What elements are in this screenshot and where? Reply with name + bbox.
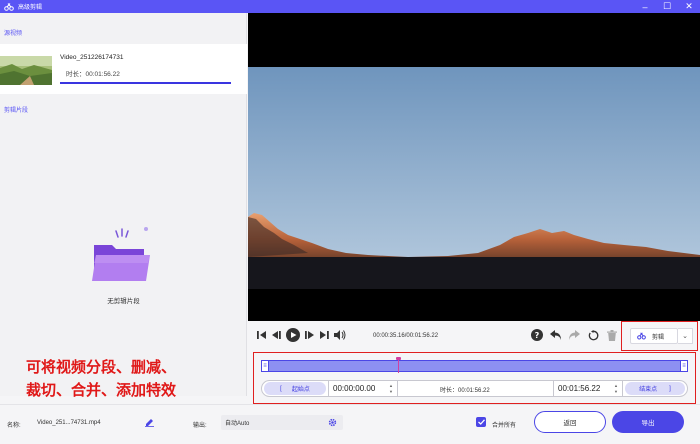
video-frame: [248, 67, 700, 289]
redo-icon[interactable]: [568, 329, 580, 341]
export-button[interactable]: 导出: [612, 411, 684, 433]
step-forward-icon[interactable]: [304, 329, 316, 341]
start-point-button[interactable]: [ 起始点: [264, 382, 326, 395]
selection-underline: [60, 82, 231, 84]
bottom-bar: 名称: Video_251...74731.mp4 输出: 自动Auto 合并所…: [0, 404, 700, 444]
output-format-value: 自动Auto: [225, 421, 250, 427]
edit-name-icon[interactable]: [145, 418, 154, 429]
annotation-line-2: 裁切、合并、添加特效: [26, 381, 177, 399]
scissors-icon: [637, 332, 646, 340]
video-thumbnail: [0, 56, 52, 85]
close-icon[interactable]: ✕: [678, 0, 700, 13]
end-time-value: 00:01:56.22: [558, 384, 601, 393]
maximize-icon[interactable]: ☐: [656, 0, 678, 13]
timeline-playhead[interactable]: [396, 357, 401, 373]
feature-annotation: 可将视频分段、删减、 裁切、合并、添加特效: [26, 356, 241, 402]
timeline-highlight-box: ≡ ≡ [ 起始点 00:00:00.00 ▲ ▼ 时长：00:01:56.22 …: [253, 352, 696, 404]
timeline-track[interactable]: ≡ ≡: [261, 357, 688, 373]
return-button[interactable]: 返回: [534, 411, 606, 433]
title-bar: 高级剪辑 – ☐ ✕: [0, 0, 700, 13]
player-controls: 00:00:35.16/00:01:56.22 ? 剪辑 ⌄: [248, 321, 700, 351]
delete-icon[interactable]: [606, 329, 618, 341]
bracket-left-icon: [: [280, 385, 282, 392]
start-time-field[interactable]: 00:00:00.00 ▲ ▼: [328, 381, 398, 396]
volume-icon[interactable]: [334, 329, 346, 341]
source-video-label: 源视频: [4, 31, 23, 37]
source-video-item[interactable]: Video_251226174731 时长：00:01:56.22: [0, 44, 247, 94]
undo-icon[interactable]: [550, 329, 562, 341]
range-controls: [ 起始点 00:00:00.00 ▲ ▼ 时长：00:01:56.22 00:0…: [261, 380, 688, 397]
end-point-label: 结束点: [639, 387, 658, 393]
bracket-right-icon: ]: [669, 385, 671, 392]
end-time-stepper[interactable]: ▲ ▼: [614, 383, 620, 394]
file-name: Video_251...74731.mp4: [37, 420, 101, 426]
window-title: 高级剪辑: [18, 5, 43, 11]
start-time-value: 00:00:00.00: [333, 384, 376, 393]
cut-button-label: 剪辑: [652, 334, 665, 341]
video-name: Video_251226174731: [60, 54, 124, 61]
cut-dropdown[interactable]: ⌄: [678, 328, 693, 344]
export-button-label: 导出: [641, 420, 655, 427]
start-trim-handle[interactable]: ≡: [261, 360, 269, 372]
segment-duration: 时长：00:01:56.22: [440, 388, 490, 394]
output-format-field[interactable]: 自动Auto: [221, 415, 343, 430]
reset-icon[interactable]: [587, 329, 599, 341]
video-duration: 时长：00:01:56.22: [66, 71, 120, 78]
start-point-label: 起始点: [291, 387, 310, 393]
help-icon[interactable]: ?: [531, 329, 543, 341]
step-back-icon[interactable]: [270, 329, 282, 341]
prev-frame-icon[interactable]: [256, 329, 268, 341]
gear-icon[interactable]: [328, 418, 337, 429]
empty-clips-text: 无剪辑片段: [107, 298, 140, 305]
svg-text:?: ?: [535, 331, 540, 340]
end-trim-handle[interactable]: ≡: [680, 360, 688, 372]
name-label: 名称:: [7, 423, 21, 429]
merge-all-checkbox[interactable]: [476, 417, 486, 427]
play-icon[interactable]: [286, 328, 300, 342]
return-button-label: 返回: [563, 420, 577, 427]
clips-label: 剪辑片段: [4, 108, 29, 114]
next-frame-icon[interactable]: [318, 329, 330, 341]
chevron-down-icon: ⌄: [682, 333, 688, 340]
minimize-icon[interactable]: –: [634, 0, 656, 13]
end-time-field[interactable]: 00:01:56.22 ▲ ▼: [553, 381, 623, 396]
empty-folder-icon: [86, 225, 156, 285]
video-preview[interactable]: [248, 13, 700, 321]
cut-highlight-box: 剪辑 ⌄: [621, 321, 698, 351]
output-label: 输出:: [193, 423, 207, 429]
start-time-stepper[interactable]: ▲ ▼: [389, 383, 395, 394]
left-panel: 源视频 Video_251226174731 时长：00:01:56.22 剪辑…: [0, 13, 247, 396]
annotation-line-1: 可将视频分段、删减、: [26, 358, 177, 376]
app-logo-icon: [2, 2, 16, 11]
end-point-button[interactable]: 结束点 ]: [625, 382, 685, 395]
cut-button[interactable]: 剪辑: [630, 328, 678, 344]
merge-all-label: 合并所有: [492, 423, 517, 429]
check-icon: [477, 419, 485, 425]
playback-timecode: 00:00:35.16/00:01:56.22: [373, 333, 439, 339]
